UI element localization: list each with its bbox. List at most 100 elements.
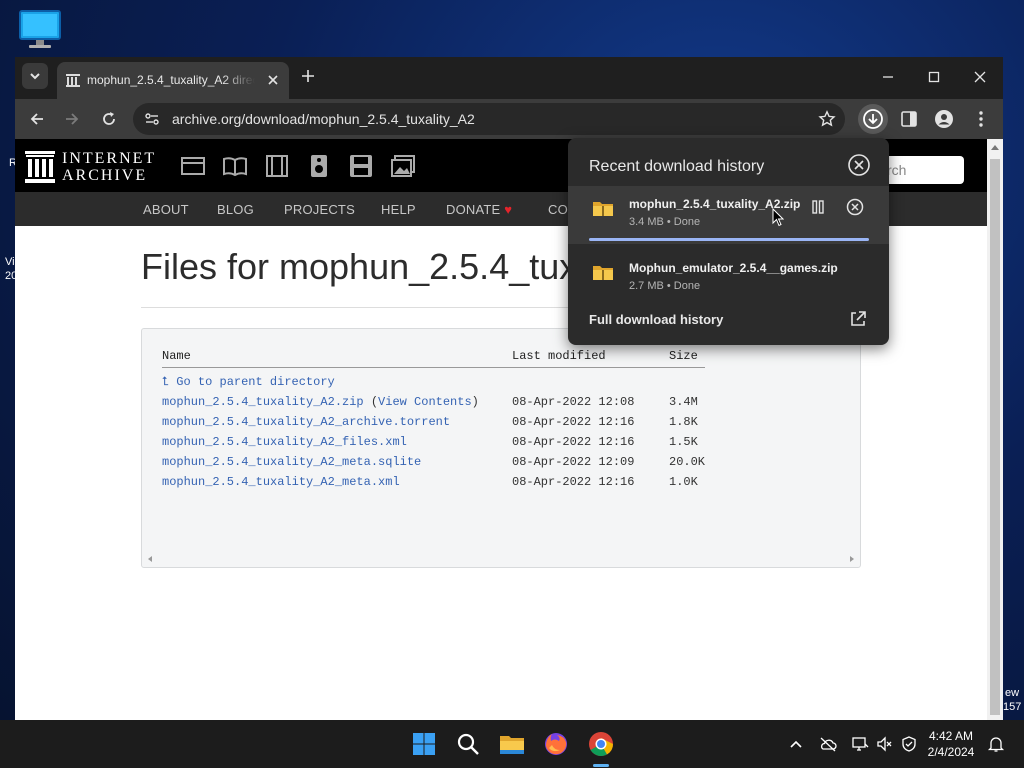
file-explorer-icon[interactable] (496, 728, 528, 760)
open-in-new-icon[interactable] (849, 310, 867, 328)
video-film-icon[interactable] (264, 154, 290, 178)
software-floppy-icon[interactable] (348, 154, 374, 178)
volume-muted-icon[interactable] (876, 735, 894, 753)
up-arrow-icon: ⮤ (162, 375, 170, 389)
horizontal-scrollbar[interactable] (146, 555, 856, 563)
file-link[interactable]: mophun_2.5.4_tuxality_A2_files.xml (162, 435, 407, 449)
forward-arrow-icon[interactable] (62, 109, 82, 129)
chevron-up-icon[interactable] (787, 735, 805, 753)
archive-favicon-icon (66, 74, 80, 87)
maximize-icon[interactable] (922, 65, 946, 89)
mouse-cursor-icon (772, 208, 784, 227)
cancel-download-icon[interactable] (845, 197, 865, 217)
vertical-scrollbar[interactable] (987, 139, 1003, 720)
file-modified: 08-Apr-2022 12:16 (512, 475, 635, 489)
active-app-indicator (593, 764, 609, 767)
file-modified: 08-Apr-2022 12:08 (512, 395, 635, 409)
chrome-icon[interactable] (585, 728, 617, 760)
file-link[interactable]: mophun_2.5.4_tuxality_A2_meta.sqlite (162, 455, 421, 469)
desktop-peek-text: 157 (1003, 701, 1022, 713)
nav-projects[interactable]: PROJECTS (284, 202, 355, 217)
download-item[interactable]: mophun_2.5.4_tuxality_A2.zip 3.4 MB • Do… (568, 186, 889, 244)
file-size: 3.4M (669, 395, 698, 409)
clock-time: 4:42 AM (928, 729, 974, 743)
scroll-up-arrow-icon[interactable] (991, 144, 999, 150)
file-modified: 08-Apr-2022 12:16 (512, 435, 635, 449)
download-bubble: Recent download history mophun_2.5.4_tux… (568, 138, 889, 345)
address-bar[interactable]: archive.org/download/mophun_2.5.4_tuxali… (133, 103, 845, 135)
nav-contact[interactable]: CO (548, 202, 568, 217)
side-panel-icon[interactable] (899, 109, 919, 129)
header-rule (162, 367, 705, 368)
profile-avatar-icon[interactable] (934, 109, 954, 129)
notification-bell-icon[interactable] (987, 735, 1005, 753)
images-icon[interactable] (390, 154, 416, 178)
windows-start-icon[interactable] (408, 728, 440, 760)
nav-blog[interactable]: BLOG (217, 202, 254, 217)
download-icon (863, 109, 883, 129)
parent-directory-link[interactable]: ⮤ Go to parent directory (162, 375, 335, 389)
onedrive-cloud-icon[interactable] (819, 735, 837, 753)
search-icon[interactable] (452, 728, 484, 760)
nav-about[interactable]: ABOUT (143, 202, 189, 217)
site-info-icon[interactable] (144, 111, 160, 127)
directory-listing: Name Last modified Size ⮤ Go to parent d… (141, 328, 861, 568)
desktop-peek-text: Vi (5, 256, 15, 268)
browser-toolbar: archive.org/download/mophun_2.5.4_tuxali… (15, 99, 1003, 139)
taskbar: 4:42 AM 2/4/2024 (0, 720, 1024, 768)
nav-donate[interactable]: DONATE ♥ (446, 202, 512, 217)
tab-active[interactable]: mophun_2.5.4_tuxality_A2 directory listi… (57, 62, 289, 99)
security-shield-icon[interactable] (900, 735, 918, 753)
ia-logo-text[interactable]: INTERNET ARCHIVE (62, 150, 156, 184)
download-item[interactable]: Mophun_emulator_2.5.4__games.zip 2.7 MB … (568, 250, 889, 308)
file-link[interactable]: mophun_2.5.4_tuxality_A2_meta.xml (162, 475, 400, 489)
tab-search-button[interactable] (22, 63, 48, 89)
network-display-icon[interactable] (851, 735, 869, 753)
tab-bar: mophun_2.5.4_tuxality_A2 directory listi… (15, 57, 1003, 99)
full-download-history-link[interactable]: Full download history (589, 312, 723, 327)
kebab-menu-icon[interactable] (971, 109, 991, 129)
file-size: 1.8K (669, 415, 698, 429)
address-url[interactable]: archive.org/download/mophun_2.5.4_tuxali… (172, 111, 475, 127)
zip-folder-icon (593, 266, 613, 280)
pause-icon[interactable] (810, 199, 826, 215)
audio-speaker-icon[interactable] (306, 154, 332, 178)
internet-archive-logo-icon[interactable] (25, 151, 55, 183)
column-size[interactable]: Size (669, 349, 698, 363)
chevron-down-icon (30, 73, 40, 80)
new-tab-button[interactable] (298, 66, 318, 86)
close-icon[interactable] (847, 153, 871, 177)
download-bubble-title: Recent download history (589, 158, 765, 175)
firefox-icon[interactable] (540, 728, 572, 760)
heart-icon: ♥ (504, 202, 513, 217)
downloads-button[interactable] (858, 104, 888, 134)
close-icon[interactable] (265, 72, 281, 88)
web-archive-icon[interactable] (180, 154, 206, 178)
file-size: 1.5K (669, 435, 698, 449)
system-clock[interactable]: 4:42 AM 2/4/2024 (920, 728, 982, 760)
file-link[interactable]: mophun_2.5.4_tuxality_A2.zip (162, 395, 364, 409)
view-contents-link[interactable]: View Contents (378, 395, 472, 409)
desktop-peek-text: ew (1005, 687, 1020, 699)
file-link[interactable]: mophun_2.5.4_tuxality_A2_archive.torrent (162, 415, 450, 429)
file-modified: 08-Apr-2022 12:16 (512, 415, 635, 429)
download-status: 2.7 MB • Done (629, 280, 701, 292)
back-arrow-icon[interactable] (27, 109, 47, 129)
bookmark-star-icon[interactable] (818, 110, 836, 128)
texts-book-icon[interactable] (222, 154, 248, 178)
column-modified[interactable]: Last modified (512, 349, 606, 363)
download-file-name: Mophun_emulator_2.5.4__games.zip (629, 261, 838, 275)
scrollbar-thumb[interactable] (990, 159, 1000, 715)
column-name[interactable]: Name (162, 349, 191, 363)
nav-help[interactable]: HELP (381, 202, 416, 217)
file-size: 1.0K (669, 475, 698, 489)
download-status: 3.4 MB • Done (629, 216, 701, 228)
desktop-computer-icon[interactable] (18, 10, 62, 50)
reload-icon[interactable] (99, 109, 119, 129)
window-close-icon[interactable] (968, 65, 992, 89)
clock-date: 2/4/2024 (927, 745, 975, 759)
minimize-icon[interactable] (876, 65, 900, 89)
file-size: 20.0K (669, 455, 706, 469)
zip-folder-icon (593, 202, 613, 216)
tab-title: mophun_2.5.4_tuxality_A2 directory listi… (87, 73, 255, 87)
